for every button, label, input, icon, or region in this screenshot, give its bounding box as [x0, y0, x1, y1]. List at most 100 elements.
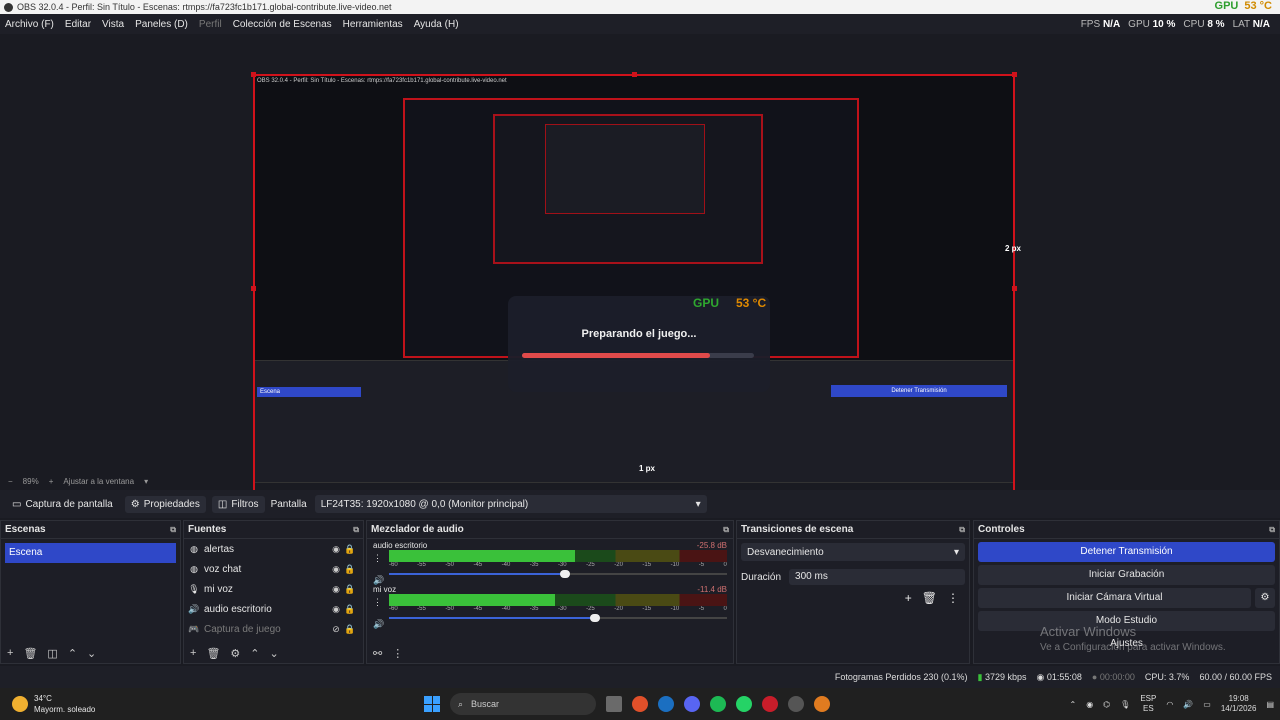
zoom-in-icon[interactable]: +: [49, 477, 54, 486]
distance-label-right: 2 px: [1005, 244, 1022, 253]
filter-icon[interactable]: ◫: [47, 647, 57, 660]
undock-icon[interactable]: ⧉: [723, 525, 729, 535]
menu-perfil[interactable]: Perfil: [194, 19, 228, 30]
add-icon[interactable]: +: [7, 647, 13, 659]
eye-icon[interactable]: ◉: [329, 584, 343, 595]
language-indicator[interactable]: ESP ES: [1140, 694, 1156, 714]
nested-preview-3: [545, 124, 705, 214]
lock-icon[interactable]: 🔒: [343, 564, 357, 575]
source-row[interactable]: ◍ voz chat ◉ 🔒: [184, 559, 363, 579]
lock-icon[interactable]: 🔒: [343, 604, 357, 615]
trash-icon[interactable]: 🗑: [23, 647, 37, 660]
taskbar-search[interactable]: ⌕ Buscar: [450, 693, 596, 715]
eye-icon[interactable]: ◉: [329, 564, 343, 575]
network-icon[interactable]: ⌬: [1103, 700, 1110, 709]
gear-small-icon[interactable]: ⋮: [373, 553, 382, 564]
menu-archivo[interactable]: Archivo (F): [0, 19, 60, 30]
properties-button[interactable]: ⚙ Propiedades: [124, 495, 206, 513]
zoom-out-icon[interactable]: −: [8, 477, 13, 486]
clock[interactable]: 19:08 14/1/2026: [1221, 694, 1257, 714]
chevron-up-icon[interactable]: ⌃: [1069, 700, 1076, 709]
resize-handle-tl[interactable]: [251, 72, 256, 77]
resize-handle-r[interactable]: [1012, 286, 1017, 291]
source-row[interactable]: ◍ alertas ◉ 🔒: [184, 539, 363, 559]
undock-icon[interactable]: ⧉: [353, 525, 359, 535]
add-icon[interactable]: +: [905, 591, 912, 605]
menu-coleccion[interactable]: Colección de Escenas: [228, 19, 338, 30]
preview-canvas[interactable]: OBS 32.0.4 - Perfil: Sin Título - Escena…: [253, 74, 1015, 502]
volume-slider[interactable]: [389, 569, 727, 579]
undock-icon[interactable]: ⧉: [1269, 525, 1275, 535]
scene-item[interactable]: Escena: [5, 543, 176, 563]
chevron-up-icon[interactable]: ⌃: [250, 647, 259, 660]
chevron-down-icon[interactable]: ⌄: [87, 647, 96, 660]
gear-icon[interactable]: ⚙: [230, 647, 240, 660]
file-explorer-icon[interactable]: [606, 696, 622, 712]
more-icon[interactable]: ⋮: [392, 647, 403, 660]
stop-stream-button[interactable]: Detener Transmisión: [978, 542, 1275, 562]
eye-icon[interactable]: ◉: [329, 604, 343, 615]
undock-icon[interactable]: ⧉: [170, 525, 176, 535]
display-select[interactable]: LF24T35: 1920x1080 @ 0,0 (Monitor princi…: [314, 495, 707, 513]
source-row[interactable]: 🎙 mi voz ◉ 🔒: [184, 579, 363, 599]
menu-vista[interactable]: Vista: [97, 19, 130, 30]
gpu-stat: GPU 10 %: [1128, 18, 1176, 30]
microphone-icon[interactable]: 🎙: [1120, 700, 1130, 709]
transition-select[interactable]: Desvanecimiento ▾: [741, 543, 965, 561]
menu-paneles[interactable]: Paneles (D): [130, 19, 194, 30]
trash-icon[interactable]: 🗑: [206, 647, 220, 660]
preview-area[interactable]: OBS 32.0.4 - Perfil: Sin Título - Escena…: [0, 34, 1280, 504]
resize-handle-tr[interactable]: [1012, 72, 1017, 77]
source-row[interactable]: 🎮 Captura de juego ⊘ 🔒: [184, 619, 363, 639]
menu-herramientas[interactable]: Herramientas: [338, 19, 409, 30]
undock-icon[interactable]: ⧉: [959, 525, 965, 535]
duration-label: Duración: [741, 571, 782, 583]
resize-handle-l[interactable]: [251, 286, 256, 291]
start-recording-button[interactable]: Iniciar Grabación: [978, 565, 1275, 585]
sources-header: Fuentes ⧉: [184, 521, 363, 539]
window-title: OBS 32.0.4 - Perfil: Sin Título - Escena…: [17, 2, 392, 12]
opera-icon[interactable]: [762, 696, 778, 712]
wifi-icon[interactable]: ◠: [1166, 700, 1173, 709]
menu-editar[interactable]: Editar: [60, 19, 97, 30]
duration-input[interactable]: 300 ms: [789, 569, 965, 585]
chevron-down-icon[interactable]: ▾: [144, 477, 148, 486]
zoom-fit-select[interactable]: Ajustar a la ventana: [63, 477, 134, 486]
lock-icon[interactable]: 🔒: [343, 584, 357, 595]
gear-icon[interactable]: ⚙: [1255, 588, 1275, 608]
weather-widget[interactable]: 34°C Mayorm. soleado: [0, 693, 400, 715]
spotify-icon[interactable]: [710, 696, 726, 712]
start-virtual-cam-button[interactable]: Iniciar Cámara Virtual: [978, 588, 1251, 608]
windows-start-icon[interactable]: [424, 696, 440, 712]
lock-icon[interactable]: 🔒: [343, 544, 357, 555]
chevron-down-icon[interactable]: ⌄: [270, 647, 279, 660]
resize-handle-t[interactable]: [632, 72, 637, 77]
eye-icon[interactable]: ◉: [329, 544, 343, 555]
chevron-up-icon[interactable]: ⌃: [68, 647, 77, 660]
game-app-icon[interactable]: [814, 696, 830, 712]
add-icon[interactable]: +: [190, 647, 196, 659]
transitions-header: Transiciones de escena ⧉: [737, 521, 969, 539]
steam-icon[interactable]: [658, 696, 674, 712]
volume-meter: [389, 550, 727, 562]
whatsapp-icon[interactable]: [736, 696, 752, 712]
battery-icon[interactable]: ▭: [1203, 700, 1211, 709]
notification-icon[interactable]: ▤: [1266, 700, 1274, 709]
source-row[interactable]: 🔊 audio escritorio ◉ 🔒: [184, 599, 363, 619]
discord-icon[interactable]: [684, 696, 700, 712]
trash-icon[interactable]: 🗑: [922, 591, 937, 605]
filters-button[interactable]: ◫ Filtros: [211, 495, 265, 513]
more-icon[interactable]: ⋮: [947, 591, 959, 605]
eye-hidden-icon[interactable]: ⊘: [329, 624, 343, 635]
obs-icon[interactable]: [788, 696, 804, 712]
gear-small-icon[interactable]: ⋮: [373, 597, 382, 608]
mixer-track: audio escritorio -25.8 dB ⋮ -60 -55 -50 -45-…: [367, 539, 733, 585]
brave-icon[interactable]: [632, 696, 648, 712]
volume-icon[interactable]: 🔊: [1183, 700, 1193, 709]
speaker-icon[interactable]: 🔊: [373, 619, 384, 630]
menu-ayuda[interactable]: Ayuda (H): [409, 19, 465, 30]
tray-app-icon[interactable]: ◉: [1086, 700, 1093, 709]
volume-slider[interactable]: [389, 613, 727, 623]
lock-icon[interactable]: 🔒: [343, 624, 357, 635]
link-icon[interactable]: ⚯: [373, 647, 382, 660]
